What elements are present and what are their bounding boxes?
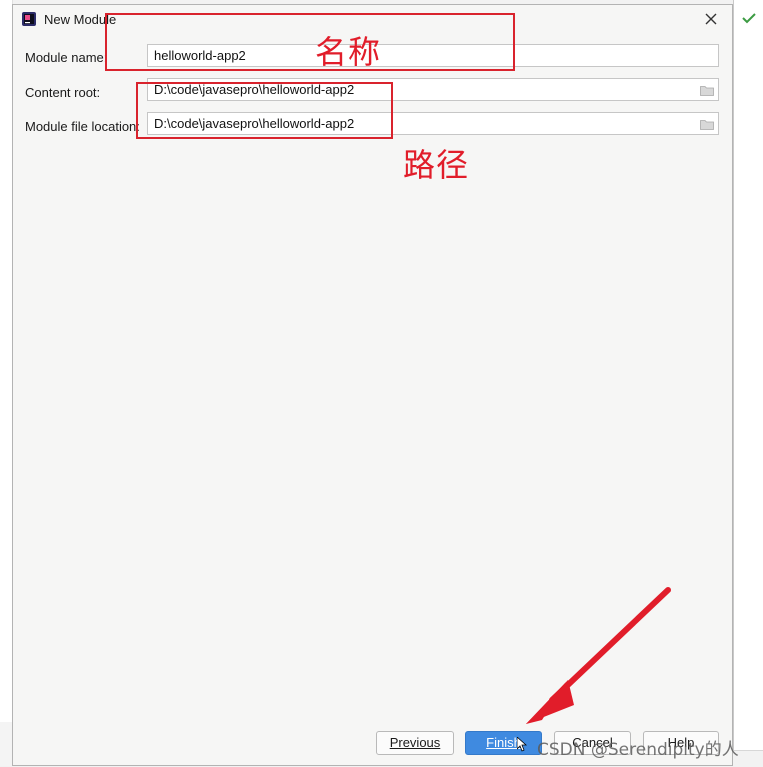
previous-button[interactable]: Previous <box>376 731 454 755</box>
finish-button[interactable]: Finish <box>465 731 542 755</box>
dialog-title: New Module <box>44 12 117 27</box>
module-file-location-input[interactable] <box>147 112 719 135</box>
watermark: CSDN @Serendipity的人 <box>537 740 739 760</box>
ide-right-panel <box>733 0 763 766</box>
ide-bottom-gutter <box>0 722 12 766</box>
module-name-input[interactable] <box>147 44 719 67</box>
module-file-location-label: Module file location: <box>25 119 140 134</box>
folder-icon[interactable] <box>700 85 714 96</box>
app-icon <box>22 12 36 26</box>
path-annotation-text: 路径 <box>403 146 470 184</box>
dialog-titlebar: New Module <box>13 5 732 33</box>
folder-icon[interactable] <box>700 119 714 130</box>
hammer-icon[interactable] <box>742 12 756 24</box>
module-name-label: Module name: <box>25 50 108 65</box>
close-icon[interactable] <box>702 10 720 28</box>
content-root-label: Content root: <box>25 85 101 100</box>
finish-button-label: Finish <box>486 735 521 750</box>
previous-button-label: Previous <box>389 735 441 750</box>
content-root-input[interactable] <box>147 78 719 101</box>
new-module-dialog: New Module Module name: Content root: Mo… <box>12 4 733 766</box>
